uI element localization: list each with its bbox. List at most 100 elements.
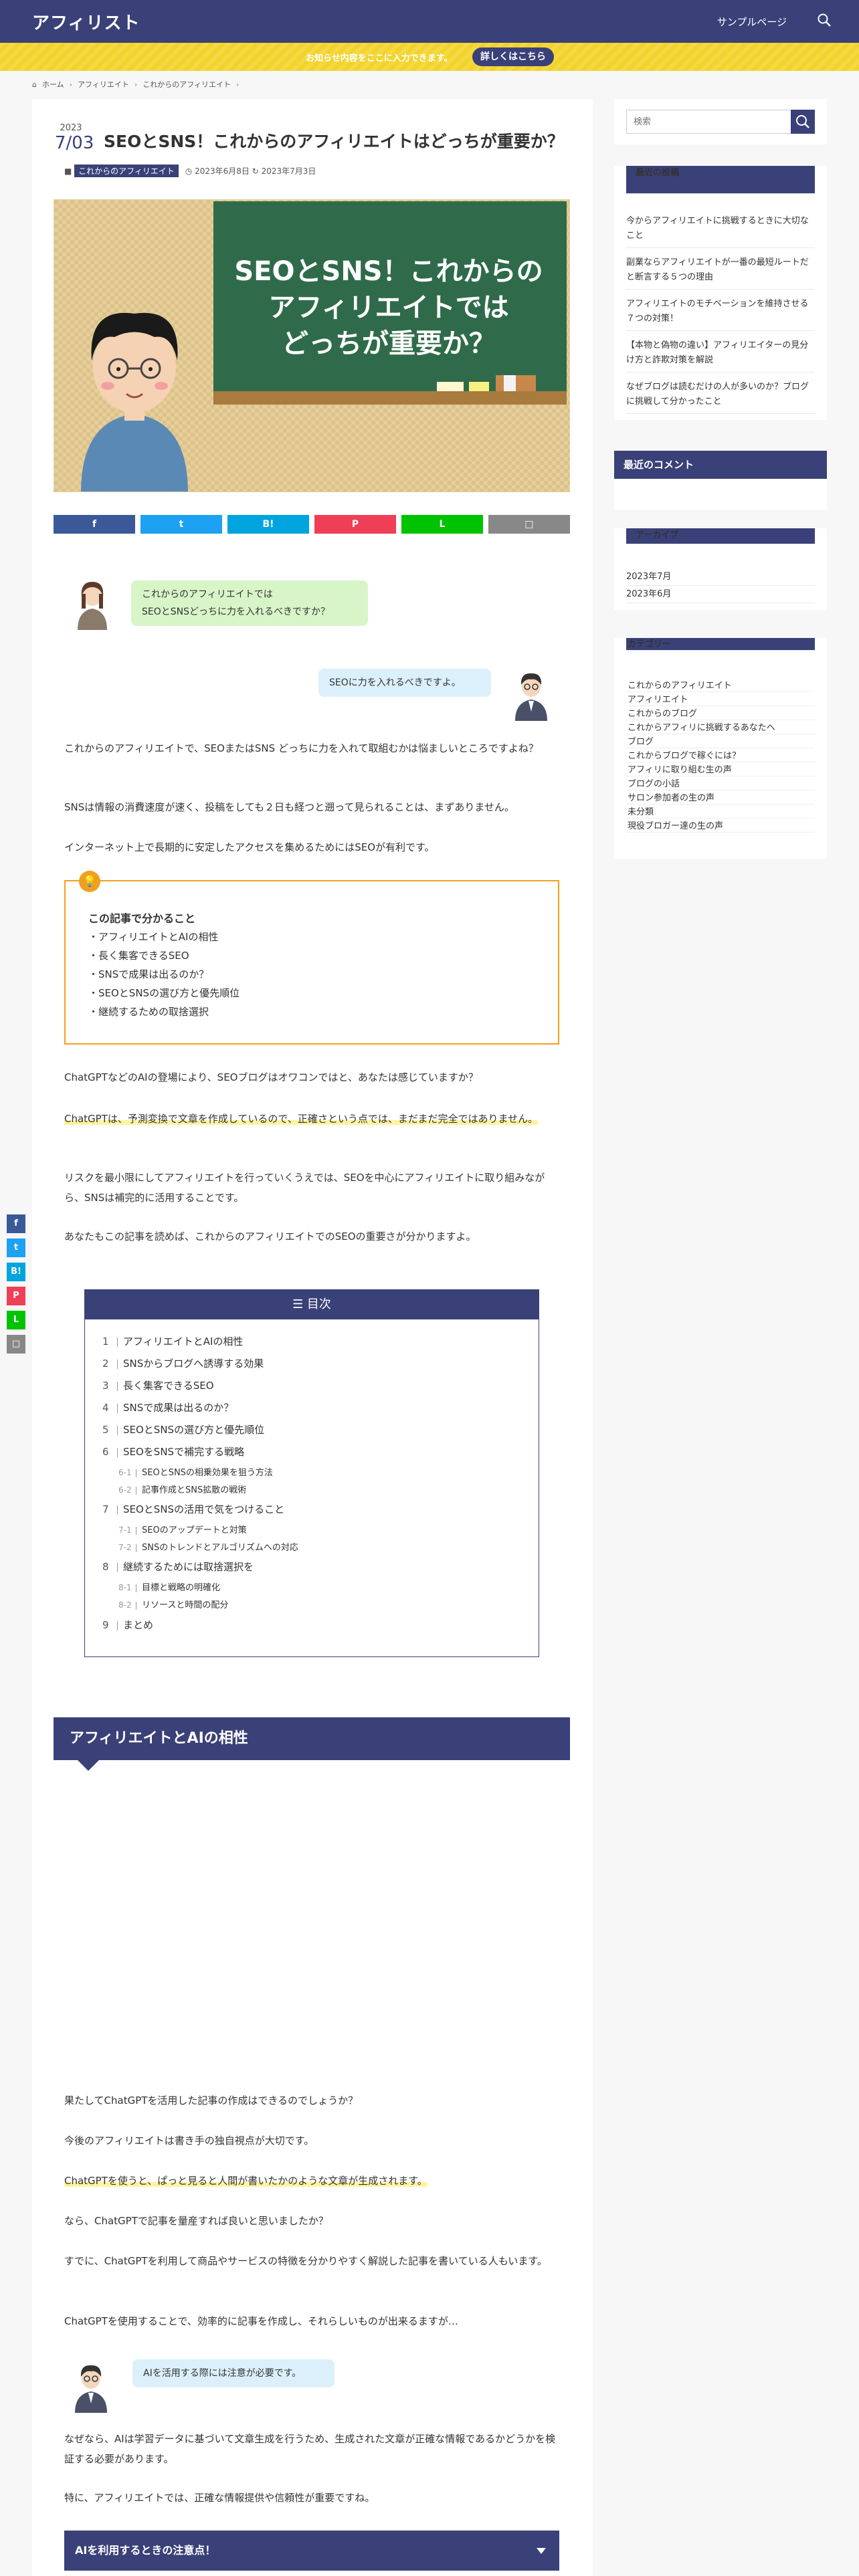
site-logo[interactable]: アフィリスト — [32, 9, 140, 34]
toc-item[interactable]: 5 SEOとSNSの選び方と優先順位 — [102, 1422, 264, 1436]
accordion-ai-caution[interactable]: AIを利用するときの注意点！ — [64, 2531, 559, 2571]
toc-subitem[interactable]: 7-2 SNSのトレンドとアルゴリズムへの対応 — [118, 1540, 298, 1553]
float-share-facebook[interactable]: f — [7, 1214, 25, 1233]
eyecatch-image: SEOとSNS！これからの アフィリエイトでは どっちが重要か？ — [54, 199, 570, 492]
man-avatar — [515, 673, 547, 721]
toc-item[interactable]: 9 まとめ — [102, 1618, 153, 1632]
category-link[interactable]: アフィリに取り組む生の声 — [626, 764, 815, 776]
toc-item[interactable]: 7 SEOとSNSの活用で気をつけること — [102, 1502, 284, 1516]
nav-sample-page[interactable]: サンプルページ — [717, 15, 787, 29]
toc-item[interactable]: 4 SNSで成果は出るのか？ — [102, 1400, 233, 1414]
toc-item[interactable]: 6 SEOをSNSで補完する戦略 — [102, 1444, 244, 1459]
share-pocket-button[interactable]: P — [314, 515, 396, 534]
point-item: ・継続するための取捨選択 — [88, 1006, 209, 1018]
point-box-title: この記事で分かること — [88, 912, 196, 925]
toc-subitem[interactable]: 8-1 目標と戦略の明確化 — [118, 1580, 220, 1593]
archive-widget: アーカイブ 2023年7月 2023年6月 — [614, 528, 827, 610]
recent-post-link[interactable]: 【本物と偽物の違い】アフィリエイターの見分け方と詐欺対策を解説 — [626, 338, 815, 372]
float-share-pocket[interactable]: P — [7, 1287, 25, 1305]
man-avatar — [75, 2365, 107, 2413]
toc-header: ☰ 目次 — [85, 1290, 539, 1319]
share-twitter-button[interactable]: t — [140, 515, 222, 534]
archive-link[interactable]: 2023年7月 — [626, 570, 815, 586]
category-link[interactable]: アフィリエイト — [626, 693, 815, 706]
clock-icon: ◷ — [185, 167, 193, 176]
share-hatena-button[interactable]: B! — [227, 515, 309, 534]
paragraph: 果たしてChatGPTを活用した記事の作成はできるのでしょうか？ — [64, 2095, 359, 2107]
category-link[interactable]: これからのアフィリエイト — [626, 679, 815, 692]
category-link[interactable]: これからブログで稼ぐには？ — [626, 750, 815, 762]
recent-comments-widget: 最近のコメント — [614, 451, 827, 510]
category-link[interactable]: ブログ — [626, 736, 815, 748]
paragraph: なら、ChatGPTで記事を量産すれば良いと思いましたか？ — [64, 2215, 328, 2227]
speech-bubble-question: これからのアフィリエイトでは SEOとSNSどっちに力を入れるべきですか？ — [131, 580, 368, 626]
category-link[interactable]: これからアフィリに挑戦するあなたへ — [626, 722, 815, 734]
toc-title: 目次 — [306, 1297, 331, 1311]
widget-title: 最近のコメント — [614, 451, 827, 479]
search-icon — [796, 115, 809, 128]
post-meta: ■ これからのアフィリエイト ◷ 2023年6月8日 ↻ 2023年7月3日 — [64, 165, 316, 177]
toc-item[interactable]: 1 アフィリエイトとAIの相性 — [102, 1334, 243, 1348]
site-header: アフィリスト サンプルページ — [0, 0, 859, 43]
share-facebook-button[interactable]: f — [54, 515, 135, 534]
widget-title: アーカイブ — [626, 528, 815, 544]
paragraph: インターネット上で長期的に安定したアクセスを集めるためにはSEOが有利です。 — [64, 841, 435, 853]
recent-post-link[interactable]: なぜブログは読むだけの人が多いのか？ブログに挑戦して分かったこと — [626, 380, 815, 414]
share-line-button[interactable]: L — [401, 515, 483, 534]
eyecatch-line-1: SEOとSNS！これからの — [234, 256, 543, 287]
recent-post-link[interactable]: 副業ならアフィリエイトが一番の最短ルートだと断言する５つの理由 — [626, 255, 815, 290]
highlight-text: ChatGPTは、予測変換で文章を作成しているので、正確さという点では、まだまだ… — [64, 1113, 539, 1125]
point-item: ・SNSで成果は出るのか？ — [88, 968, 209, 980]
woman-avatar — [78, 582, 107, 630]
table-of-contents: ☰ 目次 1 アフィリエイトとAIの相性 2 SNSからブログへ誘導する効果 3 長く… — [84, 1289, 539, 1657]
heading-tail — [78, 1760, 99, 1771]
paragraph: なぜなら、AIは学習データに基づいて文章生成を行うため、生成された文章が正確な情… — [64, 2433, 556, 2465]
share-copy-button[interactable]: □ — [488, 515, 570, 534]
category-link[interactable]: 未分類 — [626, 806, 815, 819]
recent-post-link[interactable]: アフィリエイトのモチベーションを維持させる７つの対策！ — [626, 297, 815, 331]
archive-link[interactable]: 2023年6月 — [626, 587, 815, 603]
eyecatch-illustration: SEOとSNS！これからの アフィリエイトでは どっちが重要か？ — [54, 200, 569, 492]
paragraph: 特に、アフィリエイトでは、正確な情報提供や信頼性が重要ですね。 — [64, 2492, 375, 2504]
paragraph: これからのアフィリエイトで、SEOまたはSNS どっちに力を入れて取組むかは悩ま… — [64, 742, 539, 754]
recent-posts-widget: 最近の投稿 今からアフィリエイトに挑戦するときに大切なこと 副業ならアフィリエイ… — [614, 166, 827, 420]
chevron-down-icon — [537, 2548, 546, 2554]
toc-item[interactable]: 8 継続するためには取捨選択を — [102, 1560, 254, 1574]
breadcrumb-affiliate[interactable]: アフィリエイト — [78, 80, 129, 89]
toc-subitem[interactable]: 8-2 リソースと時間の配分 — [118, 1598, 228, 1610]
lightbulb-icon: 💡 — [79, 871, 100, 892]
float-share-copy[interactable]: □ — [7, 1335, 25, 1354]
updated-date: 2023年7月3日 — [261, 167, 316, 176]
recent-post-link[interactable]: 今からアフィリエイトに挑戦するときに大切なこと — [626, 214, 815, 248]
category-link[interactable]: ブログの小話 — [626, 778, 815, 790]
search-icon[interactable] — [816, 12, 832, 28]
toc-subitem[interactable]: 6-2 記事作成とSNS拡散の戦術 — [118, 1483, 246, 1495]
point-item: ・アフィリエイトとAIの相性 — [88, 931, 219, 943]
toc-subitem[interactable]: 6-1 SEOとSNSの相乗効果を狙う方法 — [118, 1465, 273, 1478]
paragraph: あなたもこの記事を読めば、これからのアフィリエイトでのSEOの重要さが分かります… — [64, 1230, 476, 1243]
category-badge[interactable]: これからのアフィリエイト — [74, 165, 179, 177]
float-share-line[interactable]: L — [7, 1311, 25, 1329]
toc-item[interactable]: 2 SNSからブログへ誘導する効果 — [102, 1356, 264, 1370]
toc-item[interactable]: 3 長く集客できるSEO — [102, 1378, 214, 1392]
breadcrumb-home[interactable]: ホーム — [42, 80, 64, 89]
float-share-hatena[interactable]: B! — [7, 1263, 25, 1281]
home-icon: ⌂ — [32, 80, 37, 89]
sidebar: 最近の投稿 今からアフィリエイトに挑戦するときに大切なこと 副業ならアフィリエイ… — [614, 99, 827, 859]
paragraph: SNSは情報の消費速度が速く、投稿をしても２日も経つと遡って見られることは、まず… — [64, 801, 514, 813]
notice-button[interactable]: 詳しくはこちら — [472, 47, 554, 66]
category-link[interactable]: サロン参加者の生の声 — [626, 792, 815, 804]
eyecatch-line-2: アフィリエイトでは — [268, 292, 508, 323]
toc-subitem[interactable]: 7-1 SEOのアップデートと対策 — [118, 1523, 247, 1535]
float-share-twitter[interactable]: t — [7, 1239, 25, 1257]
paragraph-highlight: ChatGPTは、予測変換で文章を作成しているので、正確さという点では、まだまだ… — [64, 1109, 559, 1129]
list-icon: ☰ — [292, 1297, 307, 1311]
breadcrumb-future-affiliate[interactable]: これからのアフィリエイト — [142, 80, 231, 89]
post-monthday: 7/03 — [55, 133, 94, 153]
search-input[interactable] — [626, 110, 793, 134]
search-button[interactable] — [791, 110, 815, 134]
bubble-question-line-2: SEOとSNSどっちに力を入れるべきですか？ — [142, 607, 330, 617]
post-year: 2023 — [60, 123, 82, 133]
category-link[interactable]: 現役ブロガー達の生の声 — [626, 820, 815, 833]
category-link[interactable]: これからのブログ — [626, 708, 815, 720]
